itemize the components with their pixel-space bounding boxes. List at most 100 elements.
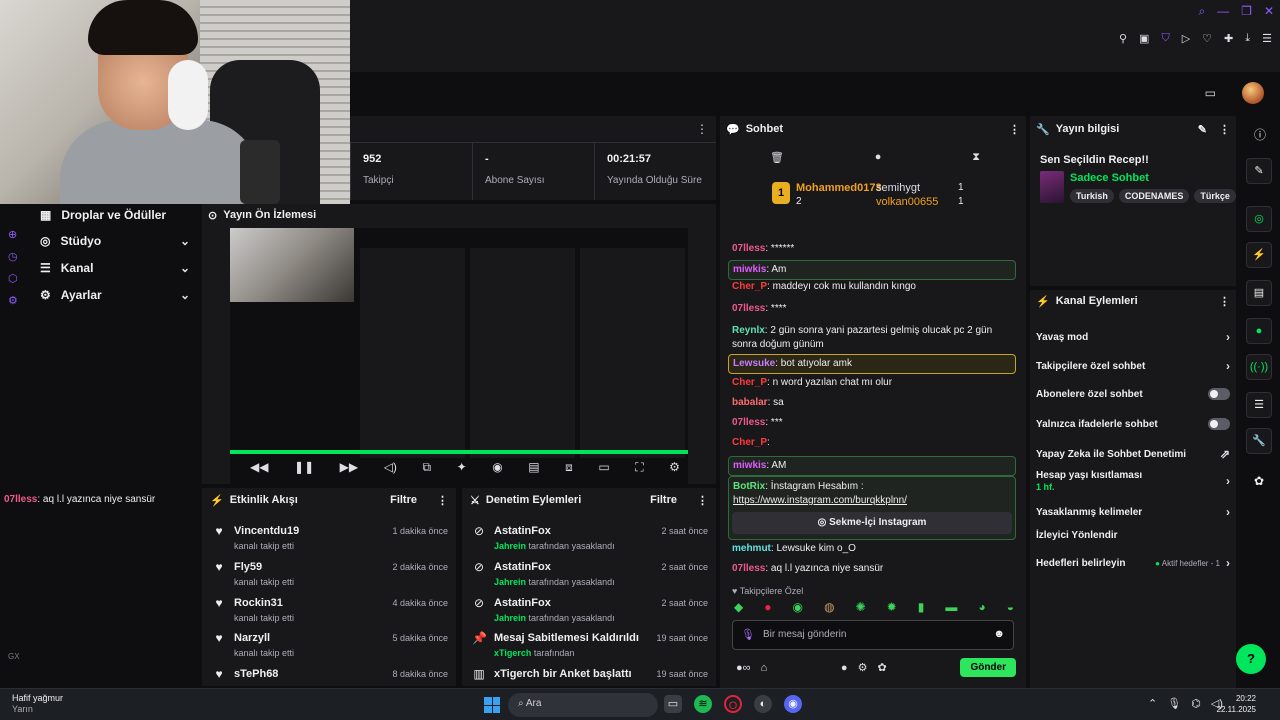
more-icon[interactable]: ⋮ — [696, 122, 708, 136]
play-icon[interactable]: ▷ — [1182, 32, 1190, 45]
clock-icon[interactable]: ◷ — [8, 250, 18, 263]
sidebar-item-drops[interactable]: ▦ Droplar ve Ödüller — [40, 208, 190, 222]
opera-gx-icon[interactable]: O — [724, 695, 742, 713]
mod-by[interactable]: Jahrein — [494, 577, 526, 587]
mod-name[interactable]: AstatinFox — [494, 525, 551, 537]
chat-username[interactable]: 07lless — [732, 417, 765, 428]
toggle-switch[interactable] — [1208, 388, 1230, 400]
spotify-icon[interactable]: ≋ — [694, 695, 712, 713]
channel-points-icon[interactable]: ●∞ — [736, 662, 751, 674]
camera-icon[interactable]: ▭ — [1205, 86, 1216, 100]
bubble-icon[interactable]: ● — [875, 151, 882, 164]
document-icon[interactable]: ▤ — [1246, 280, 1272, 306]
pip-icon[interactable]: ⧈ — [565, 460, 573, 475]
emote-icon[interactable]: ◕ — [978, 600, 985, 614]
pin-icon[interactable]: ⚲ — [1119, 32, 1127, 45]
chat-username[interactable]: Cher_P — [732, 437, 767, 448]
emote-icon[interactable]: ◉ — [793, 600, 803, 614]
heart-icon[interactable]: ♡ — [1202, 32, 1212, 45]
emote-icon[interactable]: ✺ — [856, 600, 866, 614]
chat-username[interactable]: 07lless — [732, 243, 765, 254]
camera-icon[interactable]: ◎ — [1246, 206, 1272, 232]
leader-user[interactable]: volkan00655 — [876, 196, 938, 208]
chevron-up-icon[interactable]: ⌃ — [1148, 697, 1157, 710]
task-view-icon[interactable]: ▭ — [664, 695, 682, 713]
mic-icon[interactable]: 🎙 — [1167, 697, 1181, 710]
action-banned-words[interactable]: Yasaklanmış kelimeler › — [1036, 505, 1230, 519]
chat-username[interactable]: miwkis — [733, 460, 766, 471]
puzzle-icon[interactable]: ✿ — [877, 661, 886, 674]
extensions-icon[interactable]: ✚ — [1224, 32, 1233, 45]
category-link[interactable]: Sadece Sohbet — [1070, 172, 1149, 184]
chat-username[interactable]: Reynlx — [732, 325, 765, 336]
leader-user[interactable]: semihygt — [876, 182, 920, 194]
chat-bubble-icon[interactable]: ● — [841, 662, 848, 674]
sidebar-item-settings[interactable]: ⚙ Ayarlar ⌄ — [40, 288, 190, 302]
mod-name[interactable]: AstatinFox — [494, 597, 551, 609]
mod-name[interactable]: Mesaj Sabitlemesi Kaldırıldı — [494, 632, 639, 644]
rewind-icon[interactable]: ◀◀ — [250, 460, 268, 475]
mod-by[interactable]: xTigerch — [494, 648, 531, 658]
clip-icon[interactable]: ◉ — [492, 460, 502, 475]
mod-by[interactable]: Jahrein — [494, 541, 526, 551]
chat-icon[interactable]: ● — [1246, 318, 1272, 344]
sparkle-icon[interactable]: ✦ — [457, 460, 467, 475]
chat-username[interactable]: BotRix — [733, 481, 765, 492]
chat-username[interactable]: Lewsuke — [733, 358, 775, 369]
wrench-icon[interactable]: 🔧 — [1246, 428, 1272, 454]
more-icon[interactable]: ⋮ — [437, 494, 448, 507]
chat-username[interactable]: 07lless — [732, 563, 765, 574]
plus-icon[interactable]: ⊕ — [8, 228, 17, 241]
feed-name[interactable]: Narzyll — [234, 632, 270, 644]
mic-icon[interactable]: 🎙 — [741, 628, 755, 641]
gear-icon[interactable]: ⚙ — [858, 661, 868, 674]
chat-username[interactable]: Cher_P — [732, 281, 767, 292]
shield-icon[interactable]: ⛉ — [1161, 32, 1169, 45]
trash-icon[interactable]: 🗑 — [770, 151, 784, 164]
info-icon[interactable]: ⓘ — [1254, 126, 1266, 143]
feed-name[interactable]: sTePh68 — [234, 668, 278, 680]
forward-icon[interactable]: ▶▶ — [340, 460, 358, 475]
pencil-icon[interactable]: ✎ — [1246, 158, 1272, 184]
emote-icon[interactable]: ▮ — [918, 600, 925, 614]
mod-by[interactable]: Jahrein — [494, 613, 526, 623]
action-goals[interactable]: Hedefleri belirleyin ● Aktif hedefler - 1… — [1036, 556, 1230, 570]
crop-icon[interactable]: ⧉ — [422, 460, 431, 475]
fullscreen-icon[interactable]: ⛶ — [635, 460, 643, 475]
search-icon[interactable]: ⌕ — [1198, 4, 1205, 19]
chat-username[interactable]: babalar — [732, 397, 768, 408]
send-button[interactable]: Gönder — [960, 658, 1016, 677]
more-icon[interactable]: ⋮ — [697, 494, 708, 507]
emote-icon[interactable]: ◆ — [734, 600, 743, 614]
minimize-icon[interactable]: — — [1217, 4, 1229, 19]
emote-icon[interactable]: ▬ — [945, 600, 957, 614]
theater-icon[interactable]: ▭ — [598, 460, 609, 475]
emote-icon[interactable]: ◍ — [824, 600, 834, 614]
action-ai-moderation[interactable]: Yapay Zeka ile Sohbet Denetimi ⇗ — [1036, 447, 1230, 461]
sidebar-item-channel[interactable]: ☰ Kanal ⌄ — [40, 261, 190, 275]
windows-start-icon[interactable] — [484, 697, 500, 713]
discord-icon[interactable]: ◉ — [784, 695, 802, 713]
action-raid[interactable]: İzleyici Yönlendir — [1036, 530, 1230, 541]
toggle-switch[interactable] — [1208, 418, 1230, 430]
close-icon[interactable]: ✕ — [1264, 4, 1274, 19]
sidebar-item-studio[interactable]: ◎ Stüdyo ⌄ — [40, 234, 190, 248]
emote-icon[interactable]: ◒ — [1007, 600, 1014, 614]
feed-name[interactable]: Rockin31 — [234, 597, 283, 609]
instagram-button[interactable]: ◎ Sekme-İçi Instagram — [732, 512, 1012, 534]
stats-icon[interactable]: ▤ — [528, 460, 539, 475]
menu-icon[interactable]: ☰ — [1262, 32, 1272, 45]
steam-icon[interactable]: ◐ — [754, 695, 772, 713]
action-account-age[interactable]: Hesap yaşı kısıtlaması 1 hf. › — [1036, 470, 1230, 492]
mod-name[interactable]: AstatinFox — [494, 561, 551, 573]
preview-video[interactable]: ◀◀ ❚❚ ▶▶ ◁) ⧉ ✦ ◉ ▤ ⧈ ▭ ⛶ ⚙ — [230, 228, 688, 484]
bolt-icon[interactable]: ⚡ — [1246, 242, 1272, 268]
gear-icon[interactable]: ⚙ — [669, 460, 680, 475]
pause-icon[interactable]: ❚❚ — [294, 460, 314, 475]
chat-input[interactable]: 🎙 Bir mesaj gönderin ☻ — [732, 620, 1014, 650]
action-slow-mode[interactable]: Yavaş mod › — [1036, 330, 1230, 344]
tag[interactable]: Türkçe — [1194, 189, 1236, 203]
chat-username[interactable]: 07lless — [732, 303, 765, 314]
network-icon[interactable]: ⌬ — [1191, 697, 1201, 710]
hourglass-icon[interactable]: ⧗ — [972, 151, 980, 164]
